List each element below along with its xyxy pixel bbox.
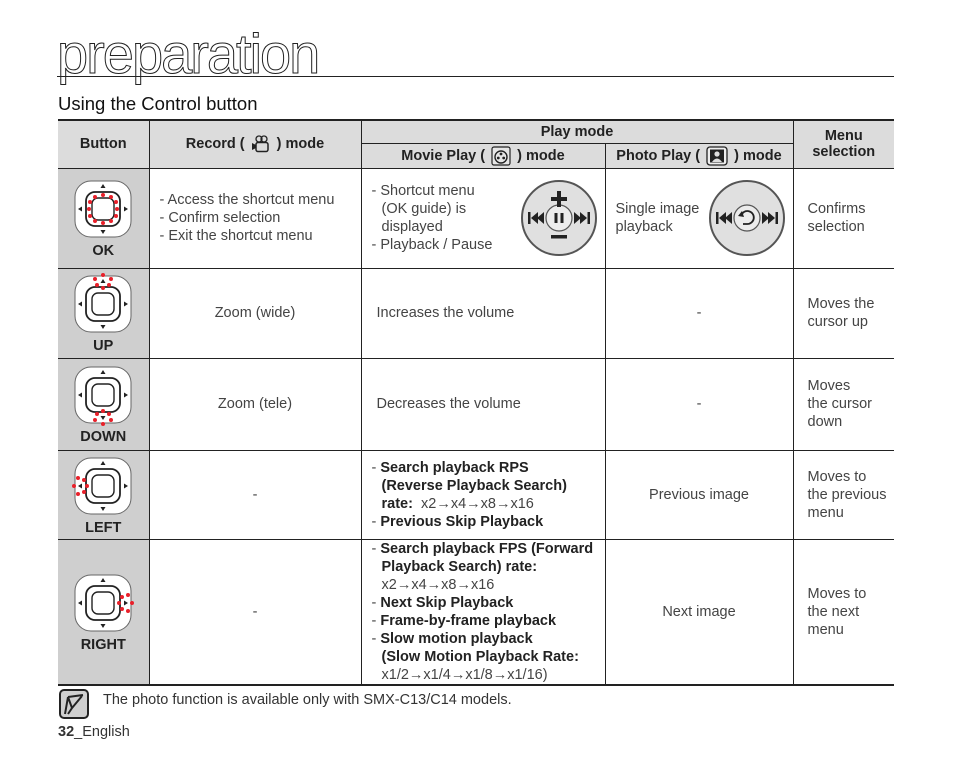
film-reel-icon [491, 145, 511, 166]
page-language: _English [74, 724, 130, 740]
photo-play-cell: Previous image [604, 449, 794, 540]
record-mode-cell: Zoom (wide) [148, 267, 362, 359]
section-title: preparation [56, 22, 320, 85]
highlight-dot [88, 200, 93, 204]
table-row-ok: OK - Access the shortcut menu - Confirm … [58, 167, 894, 269]
highlight-dot [95, 412, 100, 416]
record-mode-cell: - Access the shortcut menu - Confirm sel… [148, 167, 362, 269]
highlight-dot [107, 283, 112, 287]
menu-selection-cell: Moves to the next menu [792, 538, 894, 686]
highlight-dot [93, 219, 98, 223]
movie-play-cell: Increases the volume [360, 267, 606, 359]
movie-play-cell: - Search playback FPS (Forward Playback … [360, 538, 606, 686]
control-pad-icon [74, 180, 132, 238]
control-pad-icon [74, 273, 132, 333]
header-movie-play-mode: Movie Play ( ) mode [361, 142, 606, 169]
button-cell-ok: OK [58, 167, 150, 269]
record-mode-cell: Zoom (tele) [148, 357, 362, 451]
highlight-dot [120, 606, 125, 611]
highlight-dot [101, 221, 106, 225]
button-label: DOWN [80, 429, 127, 445]
control-pad-icon [74, 366, 132, 426]
highlight-dot [101, 273, 106, 277]
highlight-dot [93, 195, 98, 199]
highlight-dot [114, 214, 119, 218]
table-row-left: LEFT - - Search playback RPS (Reverse Pl… [58, 449, 894, 540]
highlight-dot [85, 483, 90, 488]
button-cell-up: UP [58, 267, 150, 359]
highlight-dot [76, 491, 81, 496]
button-label: UP [93, 338, 114, 354]
note-pencil-icon [59, 689, 89, 719]
page-subtitle: Using the Control button [58, 93, 258, 114]
menu-selection-cell: Moves the cursor down [792, 357, 894, 451]
button-cell-left: LEFT [58, 449, 150, 540]
highlight-dot [109, 418, 114, 422]
highlight-dot [117, 600, 122, 605]
header-photo-play-mode: Photo Play ( ) mode [604, 142, 793, 169]
highlight-dot [87, 207, 92, 211]
highlight-dot [93, 418, 98, 422]
table-row-up: UP Zoom (wide) Increases the volume - Mo… [58, 267, 894, 359]
button-cell-down: DOWN [58, 357, 150, 451]
highlight-dot [76, 475, 81, 480]
highlight-dot [101, 286, 106, 290]
highlight-dot [93, 277, 98, 281]
control-pad-icon [72, 457, 132, 514]
highlight-dot [88, 214, 93, 218]
highlight-dot [120, 594, 125, 599]
menu-selection-cell: Moves the cursor up [792, 267, 894, 359]
header-button: Button [58, 119, 150, 169]
highlight-dot [126, 608, 131, 613]
highlight-dot [107, 412, 112, 416]
photo-person-icon [706, 145, 728, 166]
menu-selection-cell: Confirms selection [792, 167, 894, 269]
highlight-dot [130, 600, 135, 605]
control-pad-icon [74, 574, 135, 631]
button-label: RIGHT [80, 636, 126, 653]
movie-play-cell: - Shortcut menu (OK guide) is displayed … [360, 167, 606, 269]
highlight-dot [101, 193, 106, 197]
page-number: 32 [58, 724, 75, 740]
highlight-dot [109, 277, 114, 281]
menu-selection-cell: Moves to the previous menu [792, 449, 894, 540]
movie-play-cell: Decreases the volume [360, 357, 606, 451]
table-row-down: DOWN Zoom (tele) Decreases the volume - … [58, 357, 894, 451]
button-label: LEFT [85, 519, 122, 536]
header-menu-selection: Menu selection [792, 119, 894, 169]
movie-camera-icon [251, 135, 269, 153]
volume-down-icon [550, 235, 567, 239]
note: The photo function is available only wit… [59, 689, 512, 719]
control-button-table: Button Record ( ) mode Play mode Menu se… [58, 119, 894, 686]
movie-playback-dial-icon [520, 180, 597, 256]
photo-play-cell: - [604, 357, 794, 451]
highlight-dot [115, 207, 120, 211]
photo-play-cell: Single image playback [604, 167, 794, 269]
highlight-dot [109, 219, 114, 223]
highlight-dot [82, 489, 87, 494]
highlight-dot [95, 283, 100, 287]
highlight-dot [114, 200, 119, 204]
highlight-dot [101, 422, 106, 426]
movie-play-cell: - Search playback RPS (Reverse Playback … [360, 449, 606, 540]
button-label: OK [92, 243, 115, 259]
note-text: The photo function is available only wit… [103, 692, 512, 708]
record-mode-cell: - [148, 538, 362, 686]
page-footer: 32_English [58, 724, 130, 740]
header-play-mode: Play mode [360, 119, 794, 144]
highlight-dot [126, 592, 131, 597]
highlight-dot [72, 483, 77, 488]
title-divider [57, 76, 894, 77]
record-mode-cell: - [148, 449, 362, 540]
photo-play-cell: - [604, 267, 794, 359]
photo-play-cell: Next image [604, 538, 794, 686]
highlight-dot [82, 477, 87, 482]
highlight-dot [109, 195, 114, 199]
photo-playback-dial-icon [708, 180, 785, 256]
highlight-dot [101, 409, 106, 413]
button-cell-right: RIGHT [58, 538, 150, 686]
table-row-right: RIGHT - - Search playback FPS (Forward P… [58, 538, 894, 686]
header-record-mode: Record ( ) mode [148, 119, 362, 169]
